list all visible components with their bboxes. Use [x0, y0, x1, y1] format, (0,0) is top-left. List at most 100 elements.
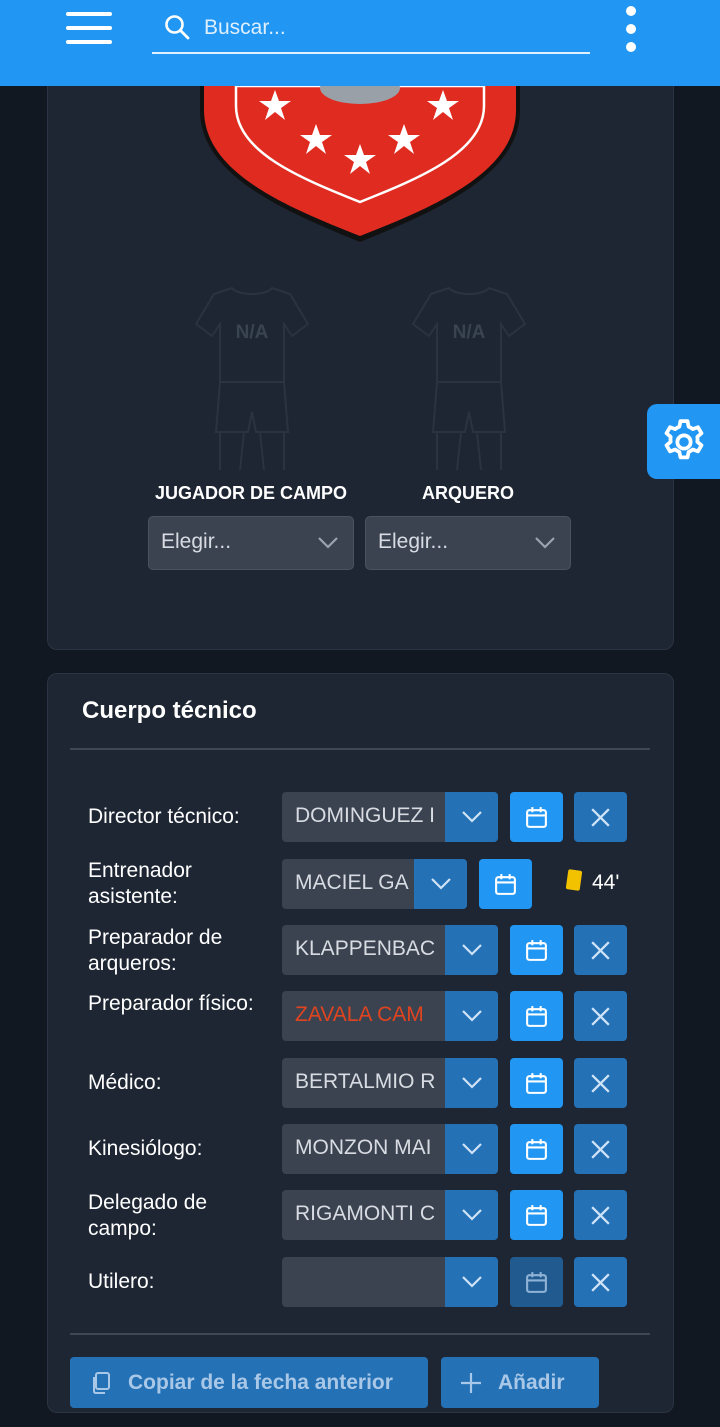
calendar-button[interactable]	[510, 1257, 563, 1307]
calendar-icon	[526, 940, 547, 961]
staff-footer-divider	[70, 1333, 650, 1335]
goalkeeper-jersey-text: N/A	[453, 322, 486, 343]
remove-staff-button[interactable]	[574, 792, 627, 842]
remove-staff-button[interactable]	[574, 1190, 627, 1240]
staff-select[interactable]: ZAVALA CAM	[282, 991, 498, 1041]
staff-select-value	[282, 1257, 445, 1307]
add-button[interactable]: Añadir	[441, 1357, 599, 1408]
calendar-button[interactable]	[510, 1190, 563, 1240]
calendar-icon	[526, 1006, 547, 1027]
copy-previous-button[interactable]: Copiar de la fecha anterior	[70, 1357, 428, 1408]
settings-button[interactable]	[647, 404, 720, 479]
search-bar	[152, 4, 590, 54]
goalkeeper-label: ARQUERO	[421, 483, 514, 503]
close-icon	[591, 1273, 610, 1292]
remove-staff-button[interactable]	[574, 991, 627, 1041]
goalkeeper-select-value: Elegir...	[378, 530, 449, 553]
staff-select-toggle[interactable]	[414, 859, 467, 909]
calendar-icon	[495, 874, 516, 895]
staff-title: Cuerpo técnico	[82, 697, 257, 724]
search-input[interactable]	[204, 10, 574, 46]
staff-row-label: Utilero:	[88, 1270, 155, 1293]
staff-row-label: Preparador de arqueros:	[88, 926, 223, 975]
staff-row-label: Kinesiólogo:	[88, 1137, 203, 1160]
close-icon	[591, 1140, 610, 1159]
staff-select-toggle[interactable]	[445, 1058, 498, 1108]
close-icon	[591, 1007, 610, 1026]
staff-row-label: Director técnico:	[88, 805, 240, 828]
chevron-down-icon	[462, 1010, 482, 1022]
card-minute: 44'	[592, 871, 620, 894]
staff-select[interactable]: RIGAMONTI C	[282, 1190, 498, 1240]
staff-select-value: MONZON MAI	[295, 1136, 432, 1159]
field-player-select[interactable]: Elegir...	[148, 516, 354, 570]
chevron-down-icon	[462, 944, 482, 956]
staff-header-divider	[70, 748, 650, 750]
staff-row-label: Entrenador asistente:	[88, 859, 192, 908]
staff-select-value: KLAPPENBAC	[295, 937, 436, 960]
chevron-down-icon	[462, 811, 482, 823]
menu-icon[interactable]	[66, 12, 112, 46]
calendar-button[interactable]	[510, 925, 563, 975]
staff-select-toggle[interactable]	[445, 925, 498, 975]
calendar-icon	[526, 1139, 547, 1160]
staff-row-label: Delegado de campo:	[88, 1191, 208, 1240]
staff-select[interactable]	[282, 1257, 498, 1307]
calendar-button[interactable]	[510, 1124, 563, 1174]
chevron-down-icon	[462, 1143, 482, 1155]
calendar-icon	[526, 1272, 547, 1293]
close-icon	[591, 1206, 610, 1225]
calendar-button[interactable]	[510, 792, 563, 842]
staff-select-toggle[interactable]	[445, 1257, 498, 1307]
close-icon	[591, 1074, 610, 1093]
staff-row-label: Médico:	[88, 1071, 162, 1094]
calendar-button[interactable]	[479, 859, 532, 909]
search-icon	[165, 15, 190, 40]
chevron-down-icon	[462, 1077, 482, 1089]
yellow-card-icon	[565, 869, 583, 891]
staff-select-toggle[interactable]	[445, 1190, 498, 1240]
staff-select[interactable]: MONZON MAI	[282, 1124, 498, 1174]
calendar-button[interactable]	[510, 991, 563, 1041]
chevron-down-icon	[535, 537, 555, 549]
close-icon	[591, 941, 610, 960]
staff-select-value: BERTALMIO R	[295, 1070, 436, 1093]
plus-icon	[461, 1373, 481, 1393]
staff-select-toggle[interactable]	[445, 1124, 498, 1174]
field-player-jersey: N/A	[194, 286, 310, 471]
staff-select[interactable]: DOMINGUEZ I	[282, 792, 498, 842]
add-label: Añadir	[498, 1371, 565, 1394]
chevron-down-icon	[462, 1209, 482, 1221]
calendar-icon	[526, 1205, 547, 1226]
staff-select-value: DOMINGUEZ I	[295, 804, 435, 827]
staff-select-toggle[interactable]	[445, 792, 498, 842]
staff-select-toggle[interactable]	[445, 991, 498, 1041]
gear-icon	[664, 419, 704, 460]
calendar-button[interactable]	[510, 1058, 563, 1108]
chevron-down-icon	[431, 878, 451, 890]
club-crest-logo	[200, 80, 520, 242]
remove-staff-button[interactable]	[574, 925, 627, 975]
top-app-bar	[0, 0, 720, 86]
chevron-down-icon	[462, 1276, 482, 1288]
copy-icon	[93, 1372, 110, 1394]
calendar-icon	[526, 807, 547, 828]
staff-select[interactable]: MACIEL GA	[282, 859, 467, 909]
goalkeeper-select[interactable]: Elegir...	[365, 516, 571, 570]
chevron-down-icon	[318, 537, 338, 549]
copy-previous-label: Copiar de la fecha anterior	[128, 1371, 393, 1394]
staff-select-value: RIGAMONTI C	[295, 1202, 435, 1225]
staff-select[interactable]: KLAPPENBAC	[282, 925, 498, 975]
calendar-icon	[526, 1073, 547, 1094]
remove-staff-button[interactable]	[574, 1058, 627, 1108]
goalkeeper-jersey: N/A	[411, 286, 527, 471]
remove-staff-button[interactable]	[574, 1124, 627, 1174]
more-vert-icon[interactable]	[620, 6, 644, 56]
staff-select[interactable]: BERTALMIO R	[282, 1058, 498, 1108]
field-player-select-value: Elegir...	[161, 530, 232, 553]
remove-staff-button[interactable]	[574, 1257, 627, 1307]
staff-row-label: Preparador físico:	[88, 992, 254, 1015]
staff-select-value: MACIEL GA	[295, 871, 409, 894]
staff-select-value: ZAVALA CAM	[295, 1003, 424, 1026]
close-icon	[591, 808, 610, 827]
